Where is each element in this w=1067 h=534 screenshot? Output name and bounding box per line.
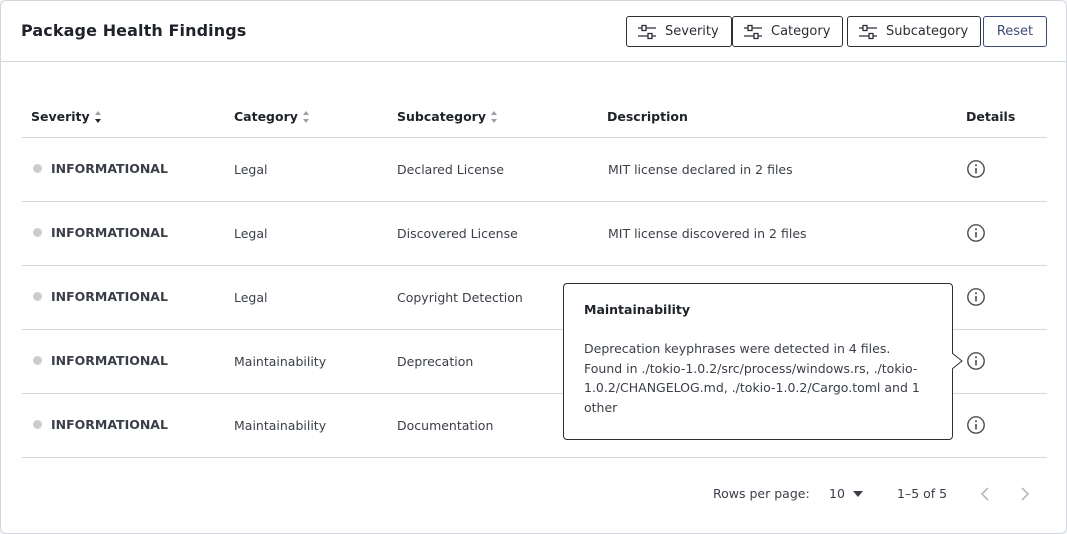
category-cell: Maintainability — [234, 418, 327, 433]
column-label: Subcategory — [397, 109, 486, 124]
subcategory-filter-button[interactable]: Subcategory — [847, 16, 982, 47]
column-label: Severity — [31, 109, 90, 124]
severity-dot — [33, 420, 42, 429]
subcategory-filter-label: Subcategory — [886, 24, 969, 39]
sliders-icon — [744, 24, 762, 39]
column-header-details: Details — [966, 109, 1016, 124]
severity-dot — [33, 228, 42, 237]
next-page-button[interactable] — [1015, 484, 1035, 504]
subcategory-cell: Documentation — [397, 418, 494, 433]
category-cell: Legal — [234, 226, 268, 241]
sort-arrows-icon — [302, 110, 309, 123]
severity-cell: INFORMATIONAL — [33, 161, 168, 176]
tooltip-body: Deprecation keyphrases were detected in … — [584, 341, 920, 415]
caret-down-icon — [852, 490, 863, 497]
sort-arrows-icon — [491, 110, 497, 123]
column-header-subcategory[interactable]: Subcategory — [397, 109, 498, 124]
severity-cell: INFORMATIONAL — [33, 353, 168, 368]
column-header-description: Description — [607, 109, 688, 124]
description-cell: MIT license discovered in 2 files — [608, 226, 807, 241]
category-cell: Legal — [234, 290, 268, 305]
category-cell: Legal — [234, 162, 268, 177]
severity-dot — [33, 164, 42, 173]
rows-per-page-label: Rows per page: — [713, 486, 810, 501]
severity-label: INFORMATIONAL — [51, 161, 168, 176]
chevron-right-icon — [1021, 487, 1030, 501]
severity-label: INFORMATIONAL — [51, 417, 168, 432]
column-header-severity[interactable]: Severity — [31, 109, 102, 124]
page-title: Package Health Findings — [21, 21, 247, 40]
details-tooltip: Maintainability Deprecation keyphrases w… — [563, 283, 953, 440]
table-row: INFORMATIONAL Legal Discovered License M… — [22, 202, 1047, 266]
description-cell: MIT license declared in 2 files — [608, 162, 793, 177]
findings-card: Package Health Findings Severity Categor… — [0, 0, 1067, 534]
severity-filter-label: Severity — [665, 24, 719, 39]
chevron-left-icon — [980, 487, 989, 501]
severity-label: INFORMATIONAL — [51, 225, 168, 240]
sort-arrows-icon — [94, 110, 101, 123]
column-header-category[interactable]: Category — [234, 109, 310, 124]
subcategory-cell: Discovered License — [397, 226, 518, 241]
severity-label: INFORMATIONAL — [51, 289, 168, 304]
info-circle-icon[interactable] — [966, 415, 986, 435]
severity-cell: INFORMATIONAL — [33, 417, 168, 432]
severity-cell: INFORMATIONAL — [33, 289, 168, 304]
category-cell: Maintainability — [234, 354, 327, 369]
rows-per-page-value: 10 — [829, 486, 845, 501]
table-header: Severity Category Subcategory Descriptio… — [22, 96, 1047, 138]
subcategory-cell: Deprecation — [397, 354, 474, 369]
severity-cell: INFORMATIONAL — [33, 225, 168, 240]
info-circle-icon[interactable] — [966, 223, 986, 243]
info-circle-icon[interactable] — [966, 287, 986, 307]
severity-filter-button[interactable]: Severity — [626, 16, 732, 47]
tooltip-arrow — [952, 353, 963, 369]
pagination-range: 1–5 of 5 — [897, 486, 948, 501]
subcategory-cell: Declared License — [397, 162, 504, 177]
reset-button[interactable]: Reset — [983, 16, 1047, 47]
card-header: Package Health Findings Severity Categor… — [1, 1, 1066, 62]
pagination-bar: Rows per page: 10 1–5 of 5 — [1, 477, 1067, 511]
rows-per-page-select[interactable]: 10 — [829, 486, 863, 501]
severity-dot — [33, 292, 42, 301]
category-filter-button[interactable]: Category — [732, 16, 844, 47]
info-circle-icon[interactable] — [966, 159, 986, 179]
previous-page-button[interactable] — [975, 484, 995, 504]
sliders-icon — [638, 24, 656, 39]
category-filter-label: Category — [771, 24, 831, 39]
subcategory-cell: Copyright Detection — [397, 290, 523, 305]
table-row: INFORMATIONAL Legal Declared License MIT… — [22, 138, 1047, 202]
severity-label: INFORMATIONAL — [51, 353, 168, 368]
info-circle-icon[interactable] — [966, 351, 986, 371]
sliders-icon — [859, 24, 877, 39]
tooltip-title: Maintainability — [584, 302, 691, 317]
column-label: Category — [234, 109, 298, 124]
severity-dot — [33, 356, 42, 365]
